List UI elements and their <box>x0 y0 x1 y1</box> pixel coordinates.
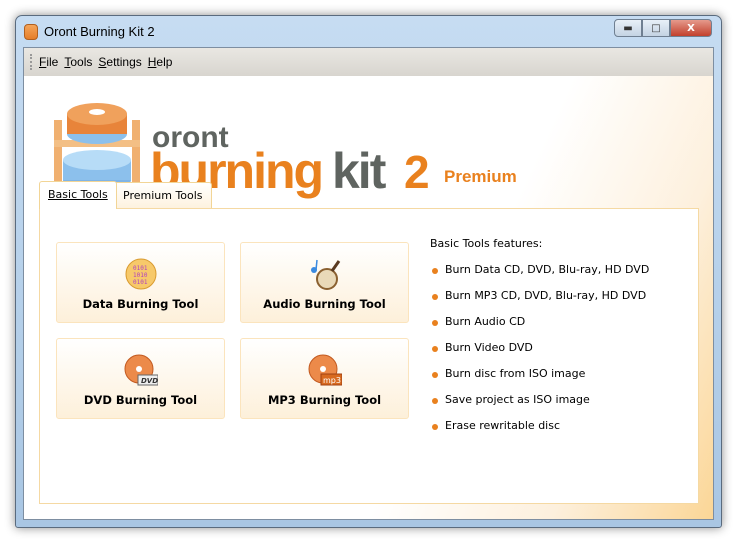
feature-item: Burn Video DVD <box>430 341 533 354</box>
menu-tools[interactable]: Tools <box>64 55 92 69</box>
tab-label: Basic Tools <box>48 188 108 201</box>
tool-label: MP3 Burning Tool <box>267 393 382 407</box>
menu-file[interactable]: File <box>39 55 58 69</box>
logo-kit: kit <box>332 143 387 199</box>
feature-item: Burn MP3 CD, DVD, Blu-ray, HD DVD <box>430 289 646 302</box>
client-area: File Tools Settings Help oront burning k… <box>23 47 714 520</box>
grip-handle[interactable] <box>30 54 33 70</box>
svg-text:mp3: mp3 <box>323 376 341 385</box>
maximize-button[interactable]: □ <box>642 19 670 37</box>
logo-edition: Premium <box>444 167 517 186</box>
minimize-icon: ▬ <box>623 22 633 34</box>
audio-burning-tool-button[interactable]: Audio Burning Tool <box>240 242 409 323</box>
app-window: Oront Burning Kit 2 ▬ □ X File Tools Set… <box>15 15 722 528</box>
feature-item: Save project as ISO image <box>430 393 590 406</box>
app-icon[interactable] <box>24 24 38 40</box>
maximize-icon: □ <box>651 22 661 34</box>
lute-music-icon <box>308 257 342 291</box>
feature-item: Burn Data CD, DVD, Blu-ray, HD DVD <box>430 263 649 276</box>
logo-number: 2 <box>404 146 430 198</box>
data-burning-tool-button[interactable]: 0101 1010 0101 Data Burning Tool <box>56 242 225 323</box>
svg-text:0101: 0101 <box>133 265 148 272</box>
tool-label: Data Burning Tool <box>82 297 199 311</box>
basic-tools-panel: 0101 1010 0101 Data Burning Tool Audio Bur… <box>39 208 699 504</box>
feature-item: Burn Audio CD <box>430 315 525 328</box>
tab-premium-tools[interactable]: Premium Tools <box>114 182 212 208</box>
features-title: Basic Tools features: <box>430 237 543 250</box>
svg-text:0101: 0101 <box>133 279 148 286</box>
svg-text:1010: 1010 <box>133 272 148 279</box>
menu-help[interactable]: Help <box>148 55 173 69</box>
mp3-disc-icon: mp3 <box>308 353 342 387</box>
svg-text:DVD: DVD <box>141 377 158 385</box>
menu-bar: File Tools Settings Help <box>24 48 713 76</box>
feature-item: Erase rewritable disc <box>430 419 560 432</box>
close-icon: X <box>687 22 695 34</box>
dvd-burning-tool-button[interactable]: DVD DVD Burning Tool <box>56 338 225 419</box>
window-title: Oront Burning Kit 2 <box>44 24 155 39</box>
dvd-disc-icon: DVD <box>124 353 158 387</box>
menu-settings[interactable]: Settings <box>98 55 141 69</box>
tool-label: DVD Burning Tool <box>83 393 198 407</box>
title-bar[interactable]: Oront Burning Kit 2 ▬ □ X <box>16 16 721 47</box>
tool-label: Audio Burning Tool <box>263 297 386 311</box>
tab-basic-tools[interactable]: Basic Tools <box>39 181 117 209</box>
mp3-burning-tool-button[interactable]: mp3 MP3 Burning Tool <box>240 338 409 419</box>
data-disc-icon: 0101 1010 0101 <box>124 257 158 291</box>
minimize-button[interactable]: ▬ <box>614 19 642 37</box>
close-button[interactable]: X <box>670 19 712 37</box>
tab-label: Premium Tools <box>123 189 203 202</box>
feature-item: Burn disc from ISO image <box>430 367 585 380</box>
